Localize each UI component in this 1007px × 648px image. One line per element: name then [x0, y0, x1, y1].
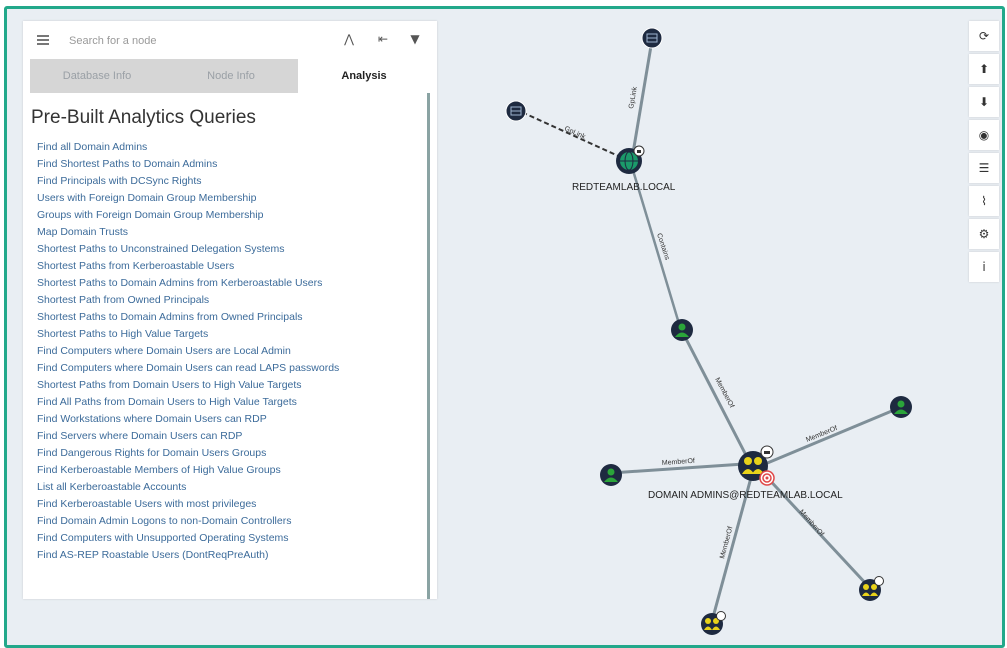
domain-node[interactable] — [616, 145, 645, 174]
domain-node-label: REDTEAMLAB.LOCAL — [572, 182, 676, 193]
query-item[interactable]: Find Computers with Unsupported Operatin… — [37, 530, 339, 547]
edge-label-contains: Contains — [655, 232, 670, 261]
back-icon[interactable]: ⇤ — [375, 30, 391, 48]
app-frame: GpLink GpLink Contains MemberOf MemberOf… — [4, 6, 1005, 648]
export-icon: ⬆ — [978, 62, 990, 76]
edge-memberof-1[interactable] — [680, 330, 751, 462]
gpo-node-top[interactable] — [641, 27, 663, 49]
chart-icon: ⌇ — [981, 194, 987, 208]
query-item[interactable]: Find Computers where Domain Users are Lo… — [37, 343, 339, 360]
tab-database-info[interactable]: Database Info — [30, 59, 164, 93]
query-item[interactable]: Groups with Foreign Domain Group Members… — [37, 207, 339, 224]
query-item[interactable]: Find Kerberoastable Users with most priv… — [37, 496, 339, 513]
query-item[interactable]: Find Dangerous Rights for Domain Users G… — [37, 445, 339, 462]
user-node-right[interactable] — [890, 396, 912, 418]
info-button[interactable]: i — [969, 252, 999, 282]
query-item[interactable]: Find Servers where Domain Users can RDP — [37, 428, 339, 445]
group-node-label: DOMAIN ADMINS@REDTEAMLAB.LOCAL — [648, 490, 843, 501]
query-item[interactable]: Find All Paths from Domain Users to High… — [37, 394, 339, 411]
chart-button[interactable]: ⌇ — [969, 186, 999, 216]
tab-analysis[interactable]: Analysis — [298, 59, 430, 93]
import-button[interactable]: ⬇ — [969, 87, 999, 117]
settings-button[interactable]: ⚙ — [969, 219, 999, 249]
query-item[interactable]: Shortest Paths from Domain Users to High… — [37, 377, 339, 394]
query-item[interactable]: Users with Foreign Domain Group Membersh… — [37, 190, 339, 207]
panel-tabs: Database Info Node Info Analysis — [30, 59, 430, 93]
edge-label-memberof-5: MemberOf — [798, 509, 825, 538]
query-item[interactable]: Find Kerberoastable Members of High Valu… — [37, 462, 339, 479]
user-node-mid[interactable] — [671, 319, 693, 341]
query-item[interactable]: Map Domain Trusts — [37, 224, 339, 241]
group-node-bottom[interactable] — [701, 611, 726, 636]
refresh-button[interactable]: ⟳ — [969, 21, 999, 51]
export-button[interactable]: ⬆ — [969, 54, 999, 84]
menu-icon[interactable] — [37, 35, 49, 45]
query-item[interactable]: Shortest Paths to Domain Admins from Own… — [37, 309, 339, 326]
query-item[interactable]: Shortest Paths to Domain Admins from Ker… — [37, 275, 339, 292]
query-item[interactable]: Find Principals with DCSync Rights — [37, 173, 339, 190]
query-item[interactable]: Find Workstations where Domain Users can… — [37, 411, 339, 428]
query-item[interactable]: Shortest Path from Owned Principals — [37, 292, 339, 309]
info-icon: i — [982, 260, 986, 274]
edge-label-memberof-1: MemberOf — [713, 377, 735, 410]
query-item[interactable]: Find all Domain Admins — [37, 139, 339, 156]
search-input[interactable] — [67, 29, 301, 53]
query-item[interactable]: Find AS-REP Roastable Users (DontReqPreA… — [37, 547, 339, 564]
upload-icon: ◉ — [978, 128, 990, 142]
query-item[interactable]: Shortest Paths to High Value Targets — [37, 326, 339, 343]
edge-memberof-2[interactable] — [764, 406, 900, 466]
query-item[interactable]: Find Domain Admin Logons to non-Domain C… — [37, 513, 339, 530]
edge-label-memberof-3: MemberOf — [662, 458, 696, 467]
refresh-icon: ⟳ — [978, 29, 990, 43]
pathfinding-icon[interactable]: ⋀ — [341, 30, 357, 48]
query-item[interactable]: Shortest Paths from Kerberoastable Users — [37, 258, 339, 275]
edge-label-gplink-left: GpLink — [563, 125, 587, 141]
query-item[interactable]: Find Computers where Domain Users can re… — [37, 360, 339, 377]
query-item[interactable]: Find Shortest Paths to Domain Admins — [37, 156, 339, 173]
graph-toolbar: ⟳ ⬆ ⬇ ◉ ☰ ⌇ ⚙ i — [969, 21, 999, 285]
filter-icon[interactable]: ▼ — [407, 30, 423, 48]
import-icon: ⬇ — [978, 95, 990, 109]
query-item[interactable]: List all Kerberoastable Accounts — [37, 479, 339, 496]
query-list: Find all Domain Admins Find Shortest Path… — [37, 139, 339, 564]
query-item[interactable]: Shortest Paths to Unconstrained Delegati… — [37, 241, 339, 258]
settings-icon: ⚙ — [978, 227, 990, 241]
queries-list-icon: ☰ — [978, 161, 990, 175]
tab-node-info[interactable]: Node Info — [164, 59, 298, 93]
upload-button[interactable]: ◉ — [969, 120, 999, 150]
gpo-node-left[interactable] — [505, 100, 527, 122]
queries-list-button[interactable]: ☰ — [969, 153, 999, 183]
analysis-title: Pre-Built Analytics Queries — [31, 107, 256, 128]
edge-label-gplink-top: GpLink — [628, 86, 639, 110]
search-bar: ⋀ ⇤ ▼ — [23, 21, 437, 59]
panel-scrollbar[interactable] — [427, 93, 430, 599]
graph-edges — [514, 39, 900, 622]
left-panel: ⋀ ⇤ ▼ Database Info Node Info Analysis P… — [23, 21, 437, 599]
user-node-left[interactable] — [600, 464, 622, 486]
